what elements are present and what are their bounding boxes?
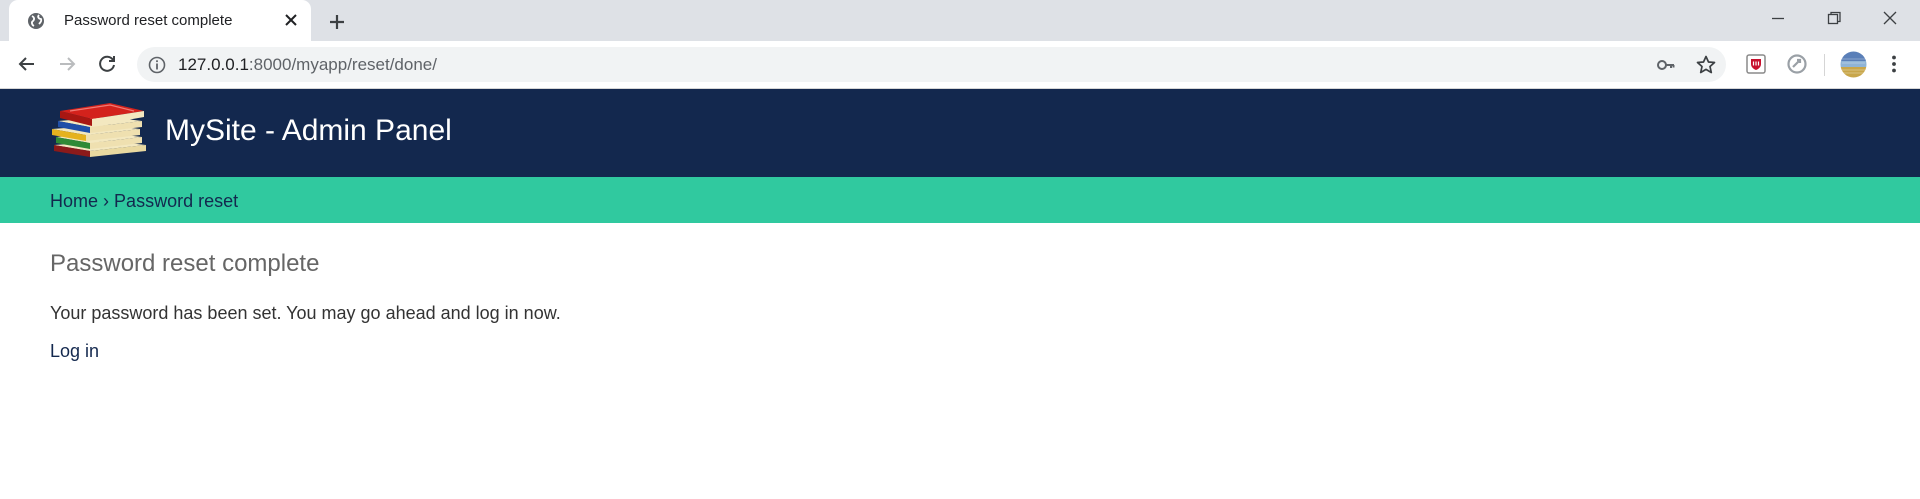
window-close-icon[interactable] <box>1878 6 1902 30</box>
address-bar[interactable]: 127.0.0.1:8000/myapp/reset/done/ <box>137 47 1726 82</box>
browser-toolbar: 127.0.0.1:8000/myapp/reset/done/ <box>0 41 1920 89</box>
globe-icon <box>26 11 46 31</box>
page-title: Password reset complete <box>50 250 320 277</box>
main-content: Password reset complete Your password ha… <box>50 249 1850 363</box>
minimize-icon[interactable] <box>1766 6 1790 30</box>
login-link[interactable]: Log in <box>50 339 99 363</box>
key-icon[interactable] <box>1655 54 1677 76</box>
tab-title: Password reset complete <box>64 12 233 29</box>
breadcrumb-current: Password reset <box>114 191 239 211</box>
reload-icon[interactable] <box>94 51 120 77</box>
breadcrumb-separator: › <box>103 191 110 211</box>
kebab-menu-icon[interactable] <box>1882 52 1906 76</box>
breadcrumb-bar: Home › Password reset <box>0 177 1920 223</box>
arrow-left-icon[interactable] <box>14 51 40 77</box>
star-icon[interactable] <box>1694 53 1718 77</box>
tab-active[interactable]: Password reset complete <box>9 0 311 41</box>
breadcrumb: Home › Password reset <box>50 190 238 212</box>
url-text: 127.0.0.1:8000/myapp/reset/done/ <box>178 55 437 75</box>
shield-extension-icon[interactable] <box>1744 52 1768 76</box>
arrow-right-icon[interactable] <box>54 51 80 77</box>
info-icon[interactable] <box>147 55 167 75</box>
url-host: 127.0.0.1 <box>178 55 249 74</box>
breadcrumb-home-link[interactable]: Home <box>50 191 98 211</box>
toolbar-divider <box>1824 54 1825 76</box>
extension-icon[interactable] <box>1785 52 1809 76</box>
url-path: :8000/myapp/reset/done/ <box>248 55 437 74</box>
site-title: MySite - Admin Panel <box>165 114 452 147</box>
tab-strip: Password reset complete <box>0 0 1920 41</box>
site-header: MySite - Admin Panel <box>0 89 1920 177</box>
close-icon[interactable] <box>281 10 301 30</box>
profile-avatar[interactable] <box>1840 51 1867 78</box>
books-logo <box>50 101 150 167</box>
restore-icon[interactable] <box>1822 6 1846 30</box>
success-message: Your password has been set. You may go a… <box>50 303 561 323</box>
plus-icon[interactable] <box>325 10 349 34</box>
